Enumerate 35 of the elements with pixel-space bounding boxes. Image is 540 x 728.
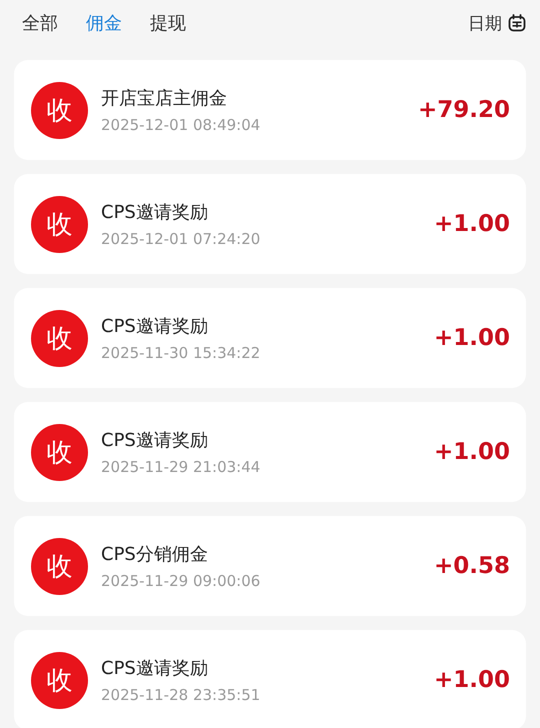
filter-tab[interactable]: 佣金 [86,11,122,35]
income-badge: 收 [31,538,88,594]
record-time: 2025-11-29 21:03:44 [101,458,262,476]
record-time: 2025-11-30 15:34:22 [101,344,262,362]
record-card[interactable]: 收 CPS邀请奖励 2025-11-28 23:35:51 +1.00 [14,630,526,728]
income-badge: 收 [31,424,88,480]
record-amount: +1.00 [434,325,510,351]
calendar-icon [508,14,526,32]
income-badge: 收 [31,652,88,708]
record-title: CPS分销佣金 [101,543,209,566]
record-card[interactable]: 收 开店宝店主佣金 2025-12-01 08:49:04 +79.20 [14,60,526,160]
record-amount: +1.00 [434,667,510,693]
record-card[interactable]: 收 CPS分销佣金 2025-11-29 09:00:06 +0.58 [14,516,526,616]
record-time: 2025-12-01 08:49:04 [101,116,262,134]
record-card[interactable]: 收 CPS邀请奖励 2025-11-29 21:03:44 +1.00 [14,402,526,502]
record-amount: +0.58 [434,553,510,579]
filter-tab[interactable]: 提现 [150,11,186,35]
record-title: CPS邀请奖励 [101,315,209,338]
record-time: 2025-11-29 09:00:06 [101,572,262,590]
record-amount: +79.20 [418,97,510,123]
record-time: 2025-12-01 07:24:20 [101,230,262,248]
income-badge: 收 [31,310,88,366]
record-time: 2025-11-28 23:35:51 [101,686,262,704]
record-amount: +1.00 [434,211,510,237]
record-card[interactable]: 收 CPS邀请奖励 2025-11-30 15:34:22 +1.00 [14,288,526,388]
record-title: 开店宝店主佣金 [101,87,228,110]
record-title: CPS邀请奖励 [101,429,209,452]
date-filter-button[interactable]: 日期 [468,12,526,34]
record-card[interactable]: 收 CPS邀请奖励 2025-12-01 07:24:20 +1.00 [14,174,526,274]
record-title: CPS邀请奖励 [101,657,209,680]
income-badge: 收 [31,196,88,252]
income-badge: 收 [31,82,88,138]
filter-tab[interactable]: 全部 [22,11,58,35]
record-title: CPS邀请奖励 [101,201,209,224]
record-amount: +1.00 [434,439,510,465]
